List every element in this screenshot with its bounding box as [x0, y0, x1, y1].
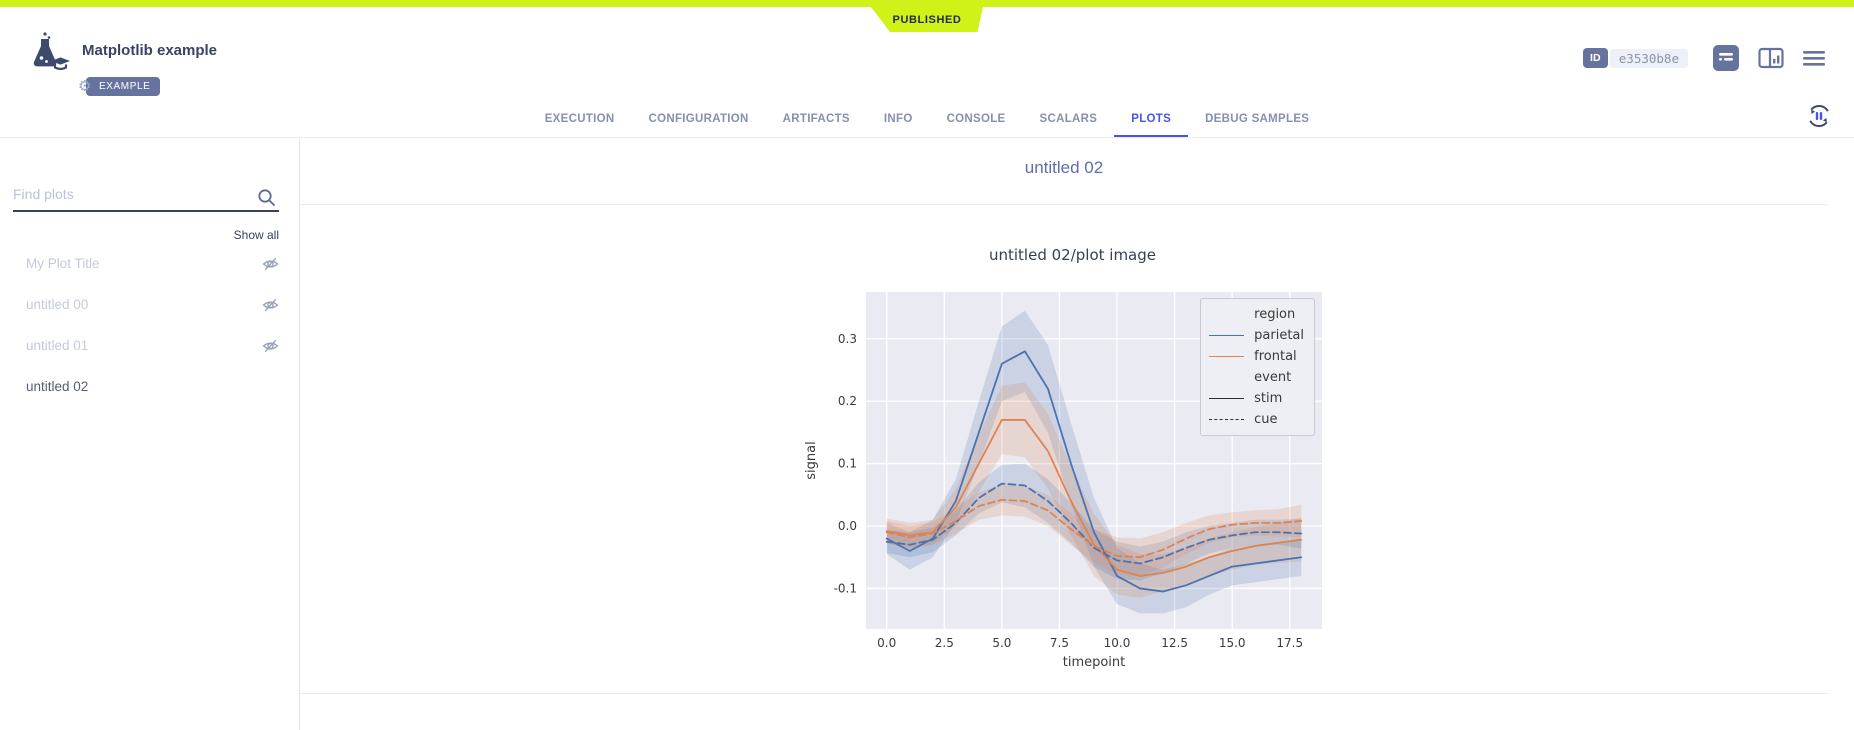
svg-text:17.5: 17.5 [1276, 636, 1303, 650]
svg-text:2.5: 2.5 [935, 636, 954, 650]
experiment-title: Matplotlib example [82, 42, 217, 59]
legend-line-sample [1209, 356, 1244, 357]
legend-line-sample [1209, 398, 1244, 399]
tab-execution[interactable]: EXECUTION [528, 103, 632, 137]
tab-scalars[interactable]: SCALARS [1023, 103, 1115, 137]
details-panel-button[interactable] [1712, 45, 1740, 71]
compare-layout-button[interactable] [1758, 46, 1784, 70]
eye-off-icon[interactable] [262, 297, 279, 313]
legend-label: event [1254, 370, 1291, 385]
svg-text:0.0: 0.0 [838, 519, 857, 533]
svg-text:15.0: 15.0 [1219, 636, 1246, 650]
svg-text:12.5: 12.5 [1161, 636, 1188, 650]
legend-spacer [1209, 377, 1244, 378]
svg-text:-0.1: -0.1 [834, 581, 857, 595]
svg-text:10.0: 10.0 [1104, 636, 1131, 650]
experiment-flask-logo-icon [24, 31, 72, 78]
experiment-id: ID e3530b8e [1583, 48, 1688, 68]
eye-off-icon[interactable] [262, 256, 279, 272]
svg-text:0.2: 0.2 [838, 394, 857, 408]
legend-label: cue [1254, 412, 1277, 427]
plot-section-title: untitled 02 [300, 158, 1828, 178]
header-actions: ID e3530b8e [1583, 45, 1826, 71]
svg-text:5.0: 5.0 [992, 636, 1011, 650]
tab-configuration[interactable]: CONFIGURATION [632, 103, 766, 137]
legend-label: region [1254, 307, 1295, 322]
plot-item-untitled-02[interactable]: untitled 02 [0, 366, 299, 407]
tab-plots[interactable]: PLOTS [1114, 103, 1188, 137]
legend-label: frontal [1254, 349, 1297, 364]
plot-list: My Plot Title untitled 00 untitled 01 [0, 243, 299, 407]
legend-label: stim [1254, 391, 1282, 406]
figure-title: untitled 02/plot image [800, 244, 1345, 266]
tab-console[interactable]: CONSOLE [930, 103, 1023, 137]
top-accent-bar [0, 0, 1854, 7]
legend-spacer [1209, 314, 1244, 315]
section-divider-bottom [300, 693, 1828, 694]
legend-entry-event: event [1209, 367, 1304, 388]
section-divider-top [300, 204, 1828, 205]
tab-artifacts[interactable]: ARTIFACTS [766, 103, 867, 137]
plot-item-untitled-01[interactable]: untitled 01 [0, 325, 299, 366]
svg-text:0.3: 0.3 [838, 332, 857, 346]
plot-image: 0.0 2.5 5.0 7.5 10.0 12.5 15.0 17.5 -0.1 0.0 0.1 0.… [800, 282, 1345, 679]
example-badge: ⚙ EXAMPLE [86, 77, 160, 96]
svg-text:0.0: 0.0 [877, 636, 896, 650]
plot-figure: untitled 02/plot image 0.0 2.5 5.0 7.5 10.0 1… [800, 242, 1345, 679]
tab-info[interactable]: INFO [867, 103, 930, 137]
chart-legend: region parietal frontal event stim cue [1200, 298, 1315, 436]
legend-line-sample [1209, 335, 1244, 336]
legend-entry-frontal: frontal [1209, 346, 1304, 367]
legend-entry-stim: stim [1209, 388, 1304, 409]
search-icon[interactable] [257, 188, 277, 213]
svg-text:timepoint: timepoint [1063, 655, 1126, 670]
legend-line-sample [1209, 419, 1244, 420]
id-value[interactable]: e3530b8e [1610, 49, 1688, 68]
show-all-link[interactable]: Show all [234, 228, 279, 242]
plots-main-panel: untitled 02 untitled 02/plot image 0.0 2.… [300, 138, 1854, 730]
id-label-chip: ID [1583, 48, 1608, 68]
auto-refresh-pause-icon[interactable] [1806, 103, 1832, 129]
svg-text:7.5: 7.5 [1050, 636, 1069, 650]
plot-item-my-plot-title[interactable]: My Plot Title [0, 243, 299, 284]
plot-item-label: My Plot Title [26, 256, 262, 271]
tab-debug-samples[interactable]: DEBUG SAMPLES [1188, 103, 1326, 137]
svg-text:0.1: 0.1 [838, 457, 857, 471]
search-input[interactable] [13, 180, 279, 210]
plot-item-label: untitled 00 [26, 297, 262, 312]
eye-off-icon[interactable] [262, 338, 279, 354]
legend-label: parietal [1254, 328, 1304, 343]
gear-icon: ⚙ [78, 78, 92, 95]
plots-sidebar: Show all My Plot Title untitled 00 un [0, 138, 300, 730]
status-ribbon: PUBLISHED [871, 7, 983, 32]
plot-item-label: untitled 02 [26, 379, 279, 394]
svg-text:signal: signal [804, 441, 819, 479]
legend-entry-parietal: parietal [1209, 325, 1304, 346]
plot-item-label: untitled 01 [26, 338, 262, 353]
legend-entry-cue: cue [1209, 409, 1304, 430]
tab-bar: EXECUTIONCONFIGURATIONARTIFACTSINFOCONSO… [0, 103, 1854, 137]
legend-entry-region: region [1209, 304, 1304, 325]
find-plots-search [13, 180, 279, 212]
hamburger-menu-icon[interactable] [1802, 48, 1826, 68]
clearml-experiment-page: { "ribbon": { "label": "PUBLISHED" }, "h… [0, 0, 1854, 730]
plot-item-untitled-00[interactable]: untitled 00 [0, 284, 299, 325]
